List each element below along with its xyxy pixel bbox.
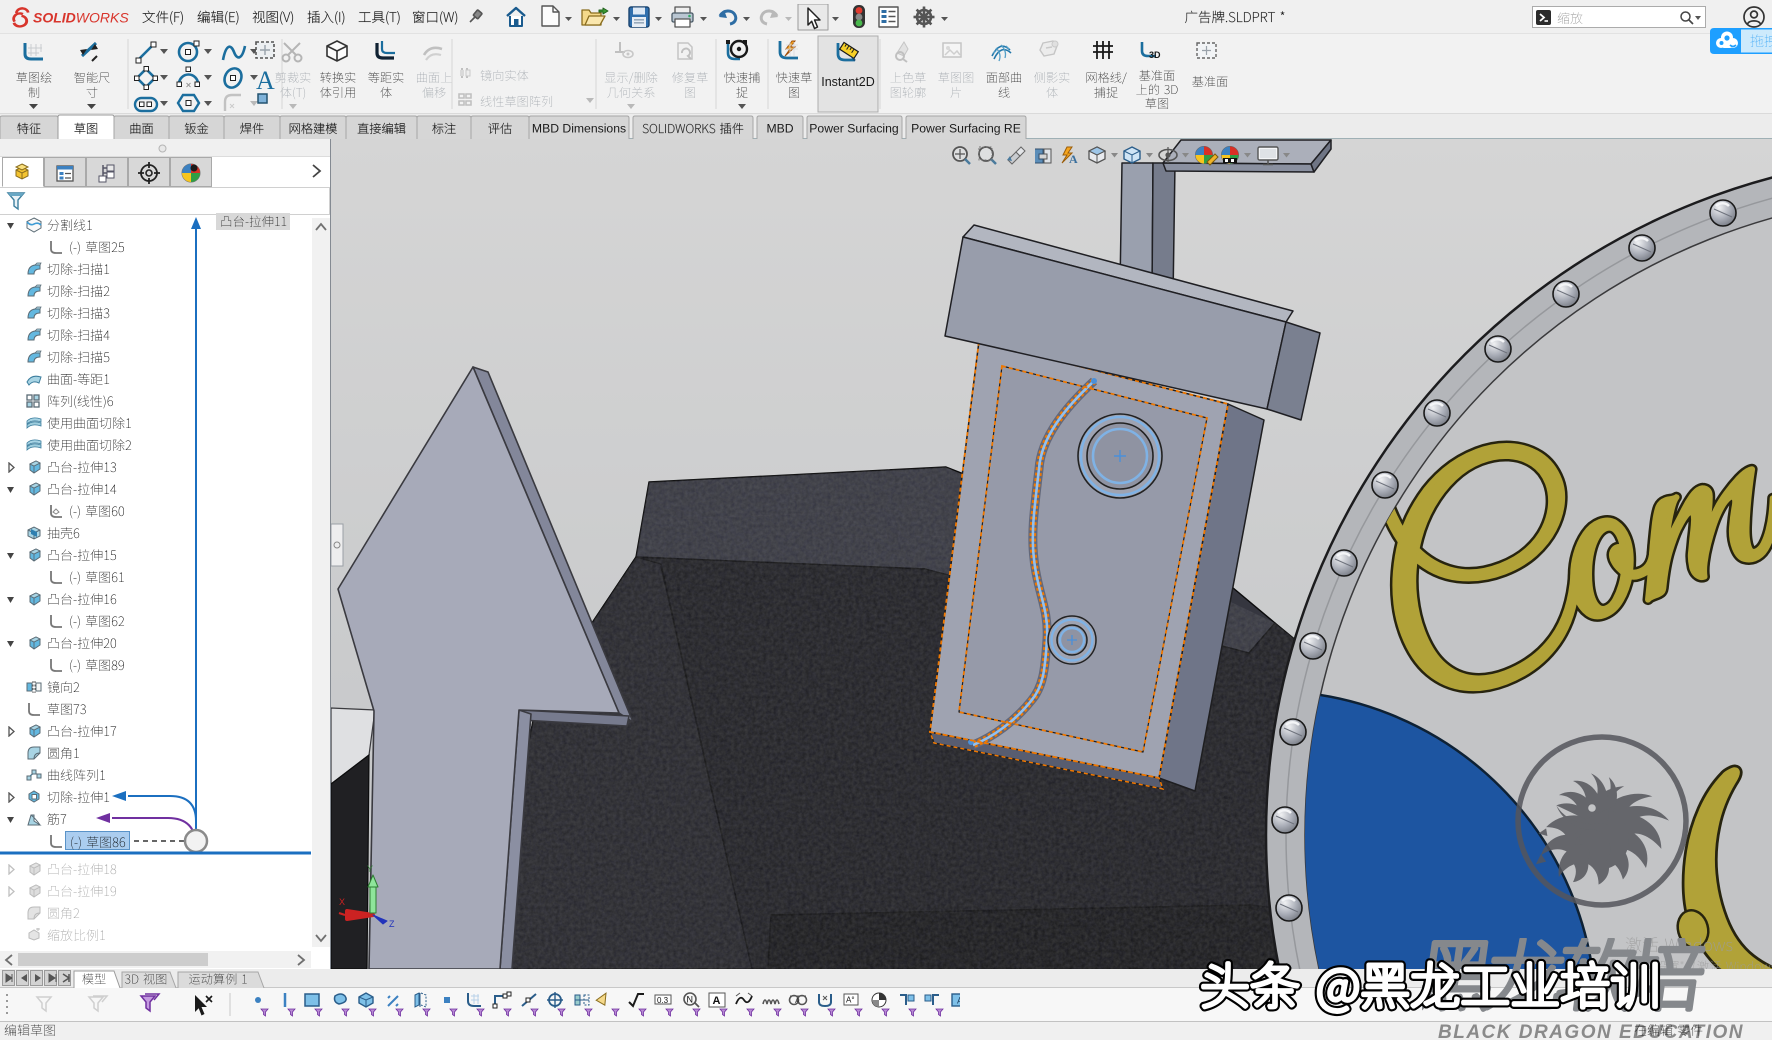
svg-text:Instant2D: Instant2D (821, 75, 875, 89)
svg-text:A: A (256, 66, 275, 95)
svg-text:Z: Z (389, 919, 395, 929)
svg-text:N: N (687, 995, 694, 1005)
svg-text:X: X (339, 897, 345, 907)
svg-text:Power Surfacing RE: Power Surfacing RE (911, 122, 1021, 136)
svg-text:A: A (957, 996, 960, 1006)
svg-text:A: A (795, 998, 800, 1005)
svg-text:A: A (1069, 152, 1078, 166)
svg-text:MBD: MBD (766, 122, 793, 136)
svg-text:MBD Dimensions: MBD Dimensions (532, 122, 626, 136)
svg-text:Y: Y (367, 864, 373, 874)
svg-text:0.3: 0.3 (657, 996, 669, 1005)
svg-text:A°: A° (846, 996, 855, 1005)
svg-text:Power Surfacing: Power Surfacing (809, 122, 898, 136)
svg-text:3D: 3D (1149, 50, 1161, 60)
svg-text:A: A (713, 995, 721, 1007)
